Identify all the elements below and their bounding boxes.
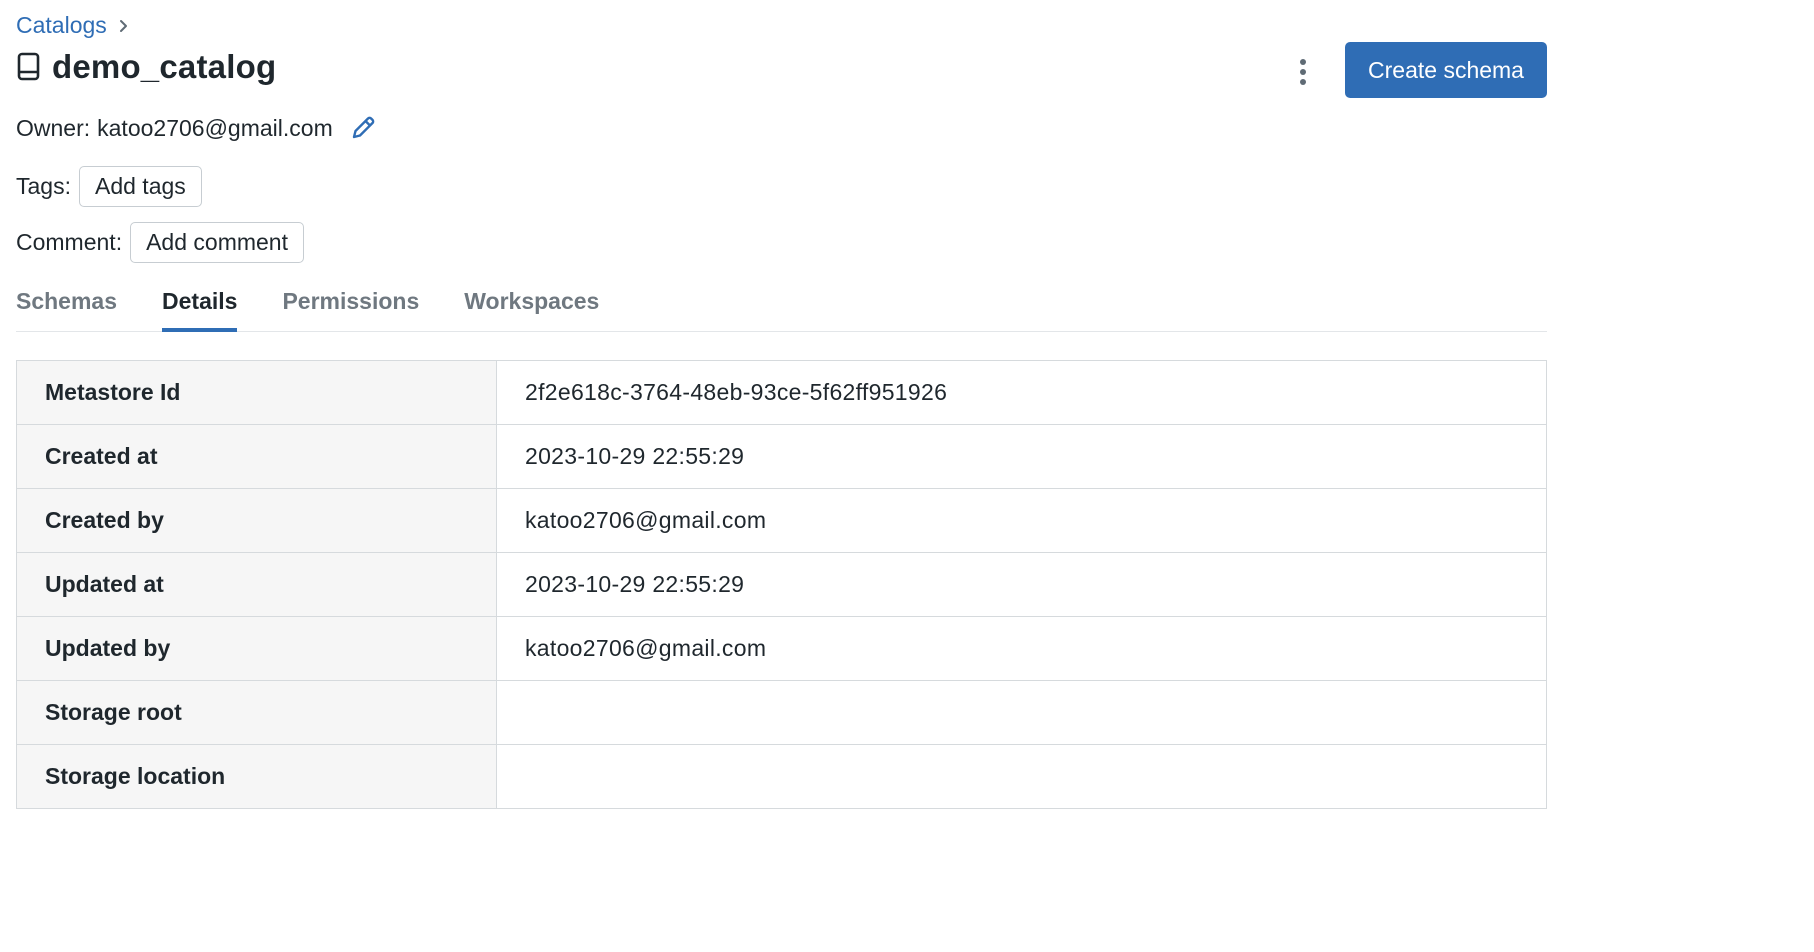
detail-key: Created by bbox=[16, 488, 497, 553]
detail-key: Updated by bbox=[16, 616, 497, 681]
title-row: demo_catalog bbox=[16, 48, 276, 86]
detail-key: Metastore Id bbox=[16, 360, 497, 425]
detail-key: Storage location bbox=[16, 744, 497, 809]
owner-value: katoo2706@gmail.com bbox=[97, 114, 333, 141]
table-row: Created at 2023-10-29 22:55:29 bbox=[16, 424, 1547, 489]
add-comment-button[interactable]: Add comment bbox=[130, 222, 304, 263]
table-row: Updated by katoo2706@gmail.com bbox=[16, 616, 1547, 681]
table-row: Storage location bbox=[16, 744, 1547, 809]
tags-row: Tags: Add tags bbox=[16, 166, 202, 207]
detail-value: 2f2e618c-3764-48eb-93ce-5f62ff951926 bbox=[496, 360, 1547, 425]
page-title: demo_catalog bbox=[52, 48, 277, 85]
detail-key: Updated at bbox=[16, 552, 497, 617]
detail-value bbox=[497, 745, 1547, 809]
tab-workspaces[interactable]: Workspaces bbox=[464, 288, 599, 331]
owner-label: Owner: bbox=[16, 114, 91, 141]
breadcrumb: Catalogs bbox=[16, 12, 129, 39]
table-row: Metastore Id 2f2e618c-3764-48eb-93ce-5f6… bbox=[16, 360, 1547, 425]
add-tags-button[interactable]: Add tags bbox=[78, 166, 202, 207]
detail-key: Storage root bbox=[16, 680, 497, 745]
book-icon bbox=[16, 49, 42, 85]
comment-row: Comment: Add comment bbox=[16, 222, 304, 263]
tab-details[interactable]: Details bbox=[162, 288, 238, 332]
tab-permissions[interactable]: Permissions bbox=[282, 288, 419, 331]
detail-value: katoo2706@gmail.com bbox=[496, 616, 1547, 681]
kebab-menu-icon[interactable] bbox=[1284, 54, 1322, 90]
create-schema-button[interactable]: Create schema bbox=[1345, 42, 1547, 98]
chevron-right-icon bbox=[119, 19, 129, 33]
breadcrumb-catalogs-link[interactable]: Catalogs bbox=[16, 12, 107, 39]
tab-bar: Schemas Details Permissions Workspaces bbox=[16, 288, 1547, 332]
detail-value bbox=[496, 680, 1547, 745]
detail-key: Created at bbox=[16, 424, 497, 489]
comment-label: Comment: bbox=[16, 229, 123, 255]
details-table: Metastore Id 2f2e618c-3764-48eb-93ce-5f6… bbox=[16, 360, 1547, 809]
detail-value: katoo2706@gmail.com bbox=[496, 488, 1547, 553]
tags-label: Tags: bbox=[16, 173, 71, 199]
table-row: Created by katoo2706@gmail.com bbox=[16, 488, 1547, 553]
owner-row: Owner: katoo2706@gmail.com bbox=[16, 114, 377, 142]
detail-value: 2023-10-29 22:55:29 bbox=[496, 424, 1547, 489]
detail-value: 2023-10-29 22:55:29 bbox=[496, 552, 1547, 617]
tab-schemas[interactable]: Schemas bbox=[16, 288, 117, 331]
pencil-icon[interactable] bbox=[349, 114, 377, 142]
table-row: Storage root bbox=[16, 680, 1547, 745]
table-row: Updated at 2023-10-29 22:55:29 bbox=[16, 552, 1547, 617]
